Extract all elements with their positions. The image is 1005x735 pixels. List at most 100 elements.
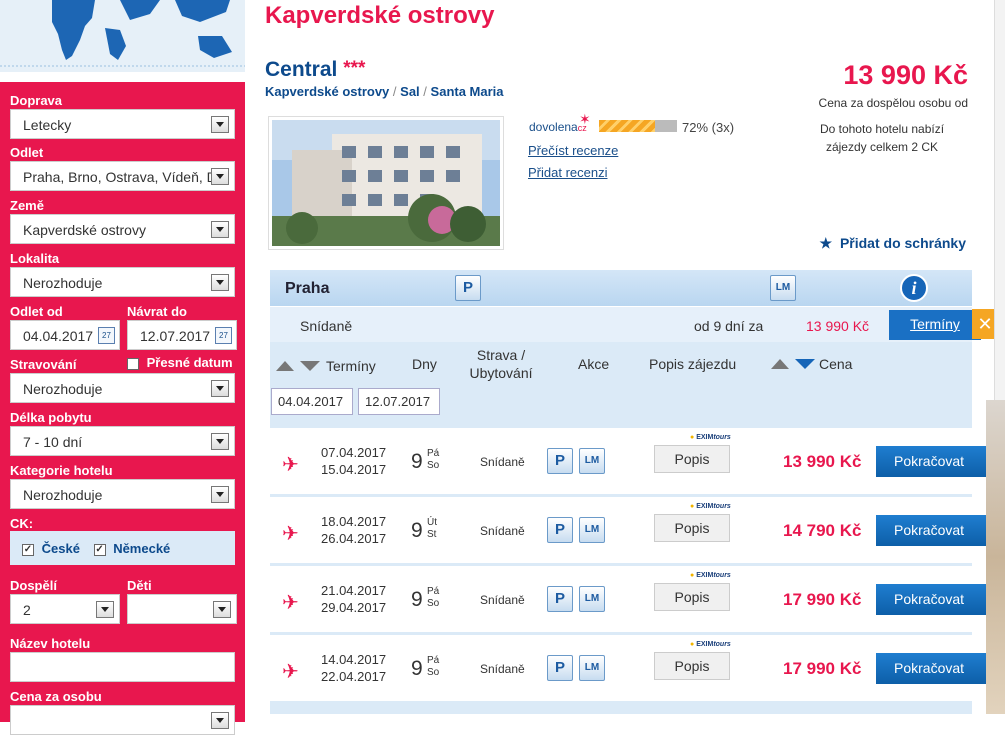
delka-pobytu-select[interactable]: 7 - 10 dní — [10, 426, 235, 456]
rating-value: 72% (3x) — [682, 120, 735, 135]
trip-dates: 21.04.2017 29.04.2017 — [321, 582, 386, 616]
hotel-photo[interactable] — [268, 116, 504, 250]
chevron-down-icon[interactable] — [211, 380, 229, 397]
breadcrumb-city-link[interactable]: Santa Maria — [431, 84, 504, 99]
delka-pobytu-label: Délka pobytu — [10, 410, 92, 425]
table-header: Termíny Dny Strava / Ubytování Akce Popi… — [270, 342, 972, 428]
delka-pobytu-value: 7 - 10 dní — [23, 434, 83, 450]
odlet-od-date-input[interactable]: 04.04.2017 27 — [10, 320, 120, 350]
chevron-down-icon[interactable] — [96, 601, 114, 618]
ck-nemecke-checkbox[interactable]: ✓ — [93, 543, 106, 556]
filter-date-to-input[interactable]: 12.07.2017 — [358, 388, 440, 415]
results-city-header: Praha P LM i — [270, 270, 972, 306]
add-to-box-link[interactable]: ★ Přidat do schránky — [820, 235, 967, 252]
continue-button[interactable]: Pokračovat — [876, 653, 1002, 684]
stravovani-select[interactable]: Nerozhoduje — [10, 373, 235, 403]
terminy-button[interactable]: Termíny — [889, 310, 981, 340]
dospeli-value: 2 — [23, 602, 31, 618]
chevron-down-icon[interactable] — [211, 221, 229, 238]
parking-badge: P — [547, 655, 573, 681]
presne-datum-toggle[interactable]: Přesné datum — [127, 355, 233, 370]
odlet-od-label: Odlet od — [10, 304, 63, 319]
navrat-do-date-input[interactable]: 12.07.2017 27 — [127, 320, 237, 350]
info-icon[interactable]: i — [900, 274, 928, 302]
popis-button[interactable]: Popis — [654, 514, 730, 542]
star-icon: ★ — [819, 235, 833, 251]
doprava-select[interactable]: Letecky — [10, 109, 235, 139]
nazev-hotelu-input[interactable] — [10, 652, 235, 682]
lokalita-select[interactable]: Nerozhoduje — [10, 267, 235, 297]
continue-button[interactable]: Pokračovat — [876, 446, 1002, 477]
ck-nemecke-label: Německé — [113, 541, 171, 556]
departure-date: 21.04.2017 — [321, 583, 387, 598]
row-price: 14 790 Kč — [783, 521, 862, 540]
trip-days: 9 — [411, 450, 423, 473]
presne-datum-checkbox[interactable] — [127, 357, 139, 370]
continue-button[interactable]: Pokračovat — [876, 515, 1002, 546]
chevron-down-icon[interactable] — [211, 168, 229, 185]
popis-button[interactable]: Popis — [654, 445, 730, 473]
table-row: ✈ 14.04.2017 22.04.2017 9 Pá So Snídaně P LM ● EX… — [270, 635, 1002, 701]
dospeli-label: Dospělí — [10, 578, 57, 593]
cena-za-osobu-select[interactable] — [10, 705, 235, 735]
odlet-select[interactable]: Praha, Brno, Ostrava, Vídeň, Dr — [10, 161, 235, 191]
last-minute-badge: LM — [579, 517, 605, 543]
read-reviews-link[interactable]: Přečíst recenze — [528, 143, 618, 158]
trip-weekdays: Pá So — [427, 586, 440, 609]
kategorie-hotelu-select[interactable]: Nerozhoduje — [10, 479, 235, 509]
exim-tours-logo: ● EXIMtours — [690, 572, 731, 579]
trip-weekdays: Út St — [427, 517, 437, 540]
chevron-down-icon[interactable] — [211, 486, 229, 503]
breadcrumb-region-link[interactable]: Sal — [400, 84, 420, 99]
return-date: 26.04.2017 — [321, 531, 387, 546]
trip-meal: Snídaně — [480, 593, 525, 607]
calendar-icon[interactable]: 27 — [215, 327, 232, 344]
chevron-down-icon[interactable] — [211, 433, 229, 450]
sort-cena[interactable] — [771, 358, 817, 373]
hotel-name: Central — [265, 58, 338, 81]
row-price: 17 990 Kč — [783, 590, 862, 609]
airplane-icon: ✈ — [282, 454, 299, 476]
odlet-od-value: 04.04.2017 — [23, 328, 94, 344]
lokalita-value: Nerozhoduje — [23, 275, 103, 291]
table-row: ✈ 18.04.2017 26.04.2017 9 Út St Snídaně P LM ● EX… — [270, 497, 1002, 563]
continue-button[interactable]: Pokračovat — [876, 584, 1002, 615]
chevron-down-icon[interactable] — [211, 712, 229, 729]
return-date: 15.04.2017 — [321, 462, 387, 477]
breadcrumb-separator: / — [423, 84, 427, 99]
trip-meal: Snídaně — [480, 524, 525, 538]
exim-tours-logo: ● EXIMtours — [690, 641, 731, 648]
zeme-select[interactable]: Kapverdské ostrovy — [10, 214, 235, 244]
add-review-link[interactable]: Přidat recenzi — [528, 165, 607, 180]
navrat-do-value: 12.07.2017 — [140, 328, 211, 344]
trip-days: 9 — [411, 588, 423, 611]
doprava-label: Doprava — [10, 93, 63, 108]
chevron-down-icon[interactable] — [211, 274, 229, 291]
filter-date-from-input[interactable]: 04.04.2017 — [271, 388, 353, 415]
hotel-price: 13 990 Kč — [843, 60, 968, 90]
sort-terminy[interactable] — [276, 360, 324, 375]
chevron-down-icon[interactable] — [213, 601, 231, 618]
trip-dates: 18.04.2017 26.04.2017 — [321, 513, 386, 547]
odlet-label: Odlet — [10, 145, 44, 160]
departure-date: 18.04.2017 — [321, 514, 387, 529]
popis-button[interactable]: Popis — [654, 583, 730, 611]
popis-button[interactable]: Popis — [654, 652, 730, 680]
trip-weekdays: Pá So — [427, 655, 440, 678]
calendar-icon[interactable]: 27 — [98, 327, 115, 344]
col-dny: Dny — [412, 356, 437, 372]
odlet-value: Praha, Brno, Ostrava, Vídeň, Dr — [23, 169, 222, 185]
offer-note: Do tohoto hotelu nabízí zájezdy celkem 2… — [819, 122, 945, 154]
airplane-icon: ✈ — [282, 592, 299, 614]
chevron-down-icon[interactable] — [211, 116, 229, 133]
dospeli-select[interactable]: 2 — [10, 594, 120, 624]
breadcrumb-country-link[interactable]: Kapverdské ostrovy — [265, 84, 389, 99]
trip-dates: 07.04.2017 15.04.2017 — [321, 444, 386, 478]
deti-select[interactable] — [127, 594, 237, 624]
deti-label: Děti — [127, 578, 152, 593]
parking-badge: P — [547, 586, 573, 612]
hotel-stars: *** — [343, 58, 366, 79]
departure-date: 07.04.2017 — [321, 445, 387, 460]
ck-ceske-checkbox[interactable]: ✓ — [22, 543, 34, 556]
presne-datum-label: Přesné datum — [146, 355, 233, 370]
